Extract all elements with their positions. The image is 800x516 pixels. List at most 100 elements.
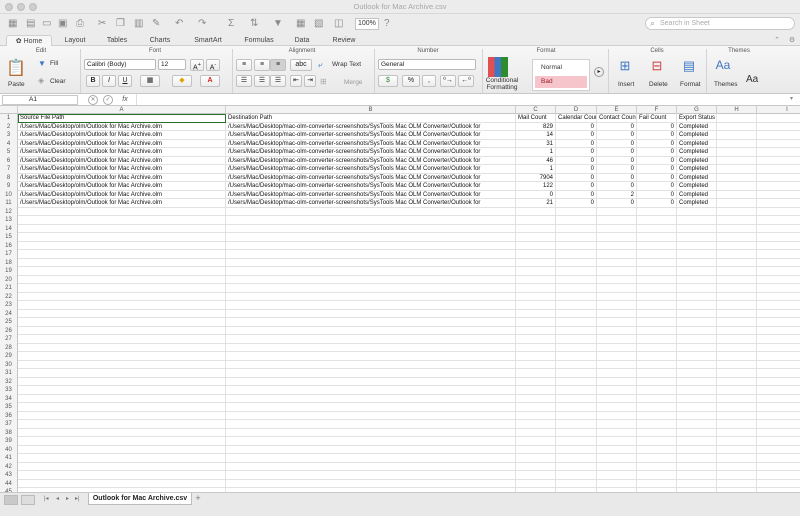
cell[interactable] bbox=[717, 420, 757, 429]
cell[interactable] bbox=[637, 352, 677, 361]
cell[interactable]: 0 bbox=[597, 165, 637, 174]
cell[interactable] bbox=[516, 428, 556, 437]
cell[interactable] bbox=[757, 199, 800, 208]
cell[interactable] bbox=[597, 454, 637, 463]
cell[interactable] bbox=[556, 343, 597, 352]
style-normal[interactable]: Normal bbox=[541, 64, 562, 71]
cell[interactable]: 0 bbox=[597, 139, 637, 148]
cell[interactable] bbox=[226, 309, 516, 318]
cell[interactable] bbox=[637, 394, 677, 403]
styles-next-icon[interactable]: ▸ bbox=[594, 67, 604, 77]
cell[interactable]: 0 bbox=[637, 165, 677, 174]
row-header[interactable]: 34 bbox=[0, 394, 18, 403]
cell[interactable] bbox=[226, 360, 516, 369]
add-sheet-button[interactable]: + bbox=[193, 494, 203, 504]
cell[interactable] bbox=[637, 360, 677, 369]
cell[interactable]: 1 bbox=[516, 148, 556, 157]
cell[interactable] bbox=[597, 471, 637, 480]
cell[interactable] bbox=[717, 284, 757, 293]
cell[interactable] bbox=[757, 131, 800, 140]
cell[interactable] bbox=[516, 326, 556, 335]
cell[interactable]: 0 bbox=[637, 173, 677, 182]
cell[interactable]: 0 bbox=[597, 131, 637, 140]
cell[interactable] bbox=[757, 446, 800, 455]
cell[interactable] bbox=[637, 445, 677, 454]
cell[interactable] bbox=[637, 369, 677, 378]
cell[interactable] bbox=[556, 403, 597, 412]
cell[interactable] bbox=[717, 241, 757, 250]
cell[interactable]: 0 bbox=[516, 190, 556, 199]
cell[interactable]: 31 bbox=[516, 139, 556, 148]
decrease-decimal-button[interactable]: ←⁰ bbox=[458, 75, 474, 87]
cell[interactable] bbox=[637, 258, 677, 267]
cell[interactable] bbox=[677, 437, 717, 446]
cell[interactable] bbox=[556, 377, 597, 386]
cell[interactable]: /Users/Mac/Desktop/olm/Outlook for Mac A… bbox=[18, 173, 226, 182]
cell[interactable] bbox=[18, 292, 226, 301]
row-header[interactable]: 19 bbox=[0, 267, 18, 276]
cell[interactable] bbox=[597, 403, 637, 412]
cell[interactable] bbox=[18, 360, 226, 369]
cell[interactable] bbox=[757, 276, 800, 285]
cell[interactable] bbox=[556, 258, 597, 267]
cell[interactable] bbox=[677, 250, 717, 259]
cell[interactable] bbox=[226, 241, 516, 250]
themes-button[interactable]: Themes bbox=[714, 81, 737, 88]
cell[interactable] bbox=[18, 479, 226, 488]
cell[interactable] bbox=[226, 369, 516, 378]
cell[interactable]: 0 bbox=[597, 122, 637, 131]
cell[interactable] bbox=[556, 369, 597, 378]
cell[interactable] bbox=[597, 437, 637, 446]
cell[interactable] bbox=[637, 428, 677, 437]
row-header[interactable]: 7 bbox=[0, 165, 18, 174]
cell[interactable] bbox=[757, 429, 800, 438]
cell[interactable] bbox=[516, 471, 556, 480]
cell[interactable]: Completed bbox=[677, 148, 717, 157]
cell[interactable] bbox=[637, 462, 677, 471]
cell[interactable] bbox=[597, 360, 637, 369]
cell[interactable] bbox=[717, 114, 757, 123]
cell[interactable] bbox=[757, 140, 800, 149]
toolbox-icon[interactable]: ▧ bbox=[314, 17, 323, 31]
cell[interactable] bbox=[516, 292, 556, 301]
cell[interactable] bbox=[516, 216, 556, 225]
cell[interactable] bbox=[717, 139, 757, 148]
cell[interactable] bbox=[516, 377, 556, 386]
cell[interactable] bbox=[677, 267, 717, 276]
paste-clipboard-icon[interactable]: 📋 bbox=[6, 58, 26, 80]
cell[interactable]: 829 bbox=[516, 122, 556, 131]
cell[interactable] bbox=[516, 233, 556, 242]
underline-button[interactable]: U bbox=[118, 75, 132, 87]
cell[interactable] bbox=[226, 445, 516, 454]
cell[interactable] bbox=[717, 318, 757, 327]
cell[interactable] bbox=[757, 216, 800, 225]
cell[interactable]: /Users/Mac/Desktop/olm/Outlook for Mac A… bbox=[18, 131, 226, 140]
cell[interactable]: Completed bbox=[677, 165, 717, 174]
conditional-formatting-button[interactable]: Conditional Formatting bbox=[484, 77, 520, 91]
row-header[interactable]: 28 bbox=[0, 343, 18, 352]
cut-icon[interactable]: ✂ bbox=[98, 17, 106, 31]
cell[interactable]: 0 bbox=[556, 156, 597, 165]
cell[interactable] bbox=[717, 369, 757, 378]
cell[interactable] bbox=[717, 471, 757, 480]
cell[interactable] bbox=[18, 216, 226, 225]
cell[interactable] bbox=[556, 445, 597, 454]
cell[interactable] bbox=[516, 479, 556, 488]
cell[interactable] bbox=[597, 301, 637, 310]
cell[interactable]: /Users/Mac/Desktop/mac-olm-converter-scr… bbox=[226, 173, 516, 182]
cell[interactable] bbox=[637, 437, 677, 446]
cell[interactable] bbox=[677, 411, 717, 420]
cell[interactable] bbox=[757, 369, 800, 378]
cell[interactable] bbox=[516, 258, 556, 267]
increase-indent-button[interactable]: ⇥ bbox=[304, 75, 316, 87]
fill-icon[interactable]: ▼ bbox=[38, 59, 46, 68]
cell[interactable]: /Users/Mac/Desktop/olm/Outlook for Mac A… bbox=[18, 139, 226, 148]
row-header[interactable]: 33 bbox=[0, 386, 18, 395]
delete-button[interactable]: Delete bbox=[649, 81, 668, 88]
row-header[interactable]: 12 bbox=[0, 207, 18, 216]
cell[interactable] bbox=[717, 190, 757, 199]
row-header[interactable]: 29 bbox=[0, 352, 18, 361]
cell[interactable] bbox=[18, 241, 226, 250]
style-bad[interactable]: Bad bbox=[535, 76, 587, 88]
row-header[interactable]: 6 bbox=[0, 156, 18, 165]
